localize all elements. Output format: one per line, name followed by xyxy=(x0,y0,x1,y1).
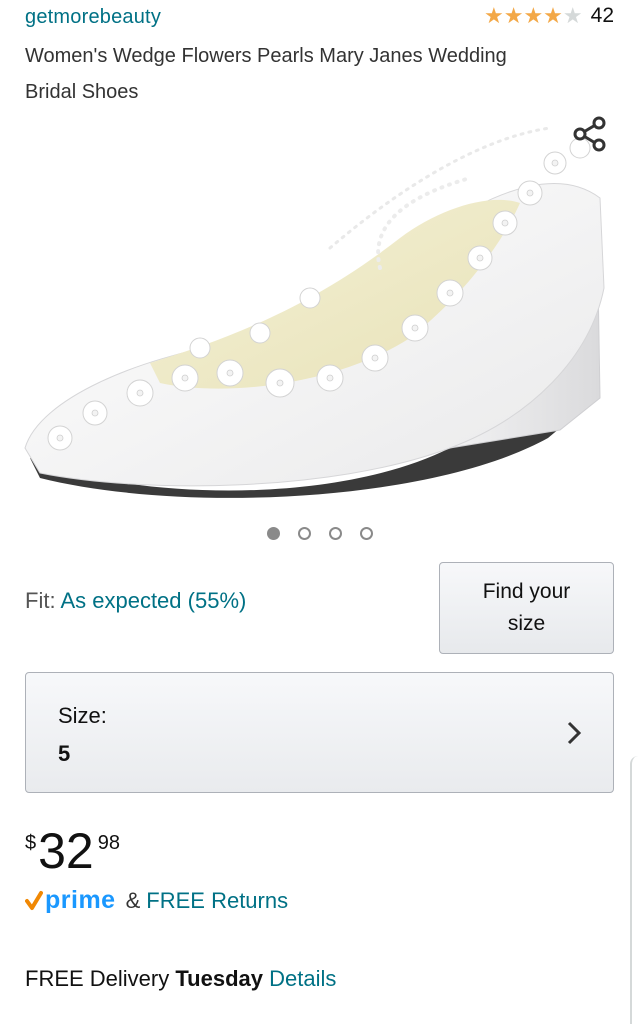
price-currency: $ xyxy=(25,832,37,854)
size-selector[interactable]: Size: 5 xyxy=(25,672,614,793)
product-title: Women's Wedge Flowers Pearls Mary Janes … xyxy=(25,38,595,110)
rating[interactable]: ★ ★ ★ ★ ★ 42 xyxy=(484,4,614,28)
carousel-dot[interactable] xyxy=(298,527,311,540)
prime-check-icon xyxy=(25,890,43,910)
chevron-right-icon xyxy=(567,721,582,745)
delivery-day: Tuesday xyxy=(175,966,263,991)
product-image[interactable] xyxy=(0,108,640,518)
star-icon: ★ xyxy=(543,3,563,28)
star-icon: ★ xyxy=(523,3,544,28)
star-icon: ★ xyxy=(483,3,504,28)
carousel-dot[interactable] xyxy=(267,527,280,540)
size-value: 5 xyxy=(58,741,71,766)
brand-link[interactable]: getmorebeauty xyxy=(25,6,161,29)
image-carousel-dots xyxy=(0,527,640,540)
share-icon xyxy=(573,116,606,152)
fit-label: Fit: xyxy=(25,588,61,613)
find-your-size-button[interactable]: Find your size xyxy=(439,562,614,654)
delivery-prefix: FREE Delivery xyxy=(25,966,176,991)
prime-returns: prime & FREE Returns xyxy=(25,886,288,915)
scroll-edge xyxy=(630,756,640,1024)
product-title-line1: Women's Wedge Flowers Pearls Mary Janes … xyxy=(25,45,507,67)
share-button[interactable] xyxy=(568,112,612,156)
price-whole: 32 xyxy=(38,823,94,879)
size-label: Size: xyxy=(58,703,107,728)
find-size-line2: size xyxy=(507,612,546,635)
ampersand: & xyxy=(125,887,141,913)
star-icon: ★ xyxy=(503,3,524,28)
free-returns-link[interactable]: FREE Returns xyxy=(146,888,288,914)
prime-logo: prime xyxy=(45,886,116,914)
carousel-dot[interactable] xyxy=(329,527,342,540)
find-size-line1: Find your xyxy=(482,580,571,603)
star-empty-icon: ★ xyxy=(562,3,583,28)
delivery-details-link[interactable]: Details xyxy=(269,966,336,991)
price-fraction: 98 xyxy=(97,832,120,854)
delivery-info: FREE Delivery Tuesday Details xyxy=(25,966,336,992)
star-rating: ★ ★ ★ ★ ★ xyxy=(484,4,583,28)
fit-info: Fit: As expected (55%) xyxy=(25,588,246,614)
price: $ 32 98 xyxy=(25,822,120,880)
fit-value-link[interactable]: As expected (55%) xyxy=(60,588,246,613)
product-title-line2: Bridal Shoes xyxy=(25,81,139,103)
rating-count: 42 xyxy=(590,4,614,27)
carousel-dot[interactable] xyxy=(360,527,373,540)
